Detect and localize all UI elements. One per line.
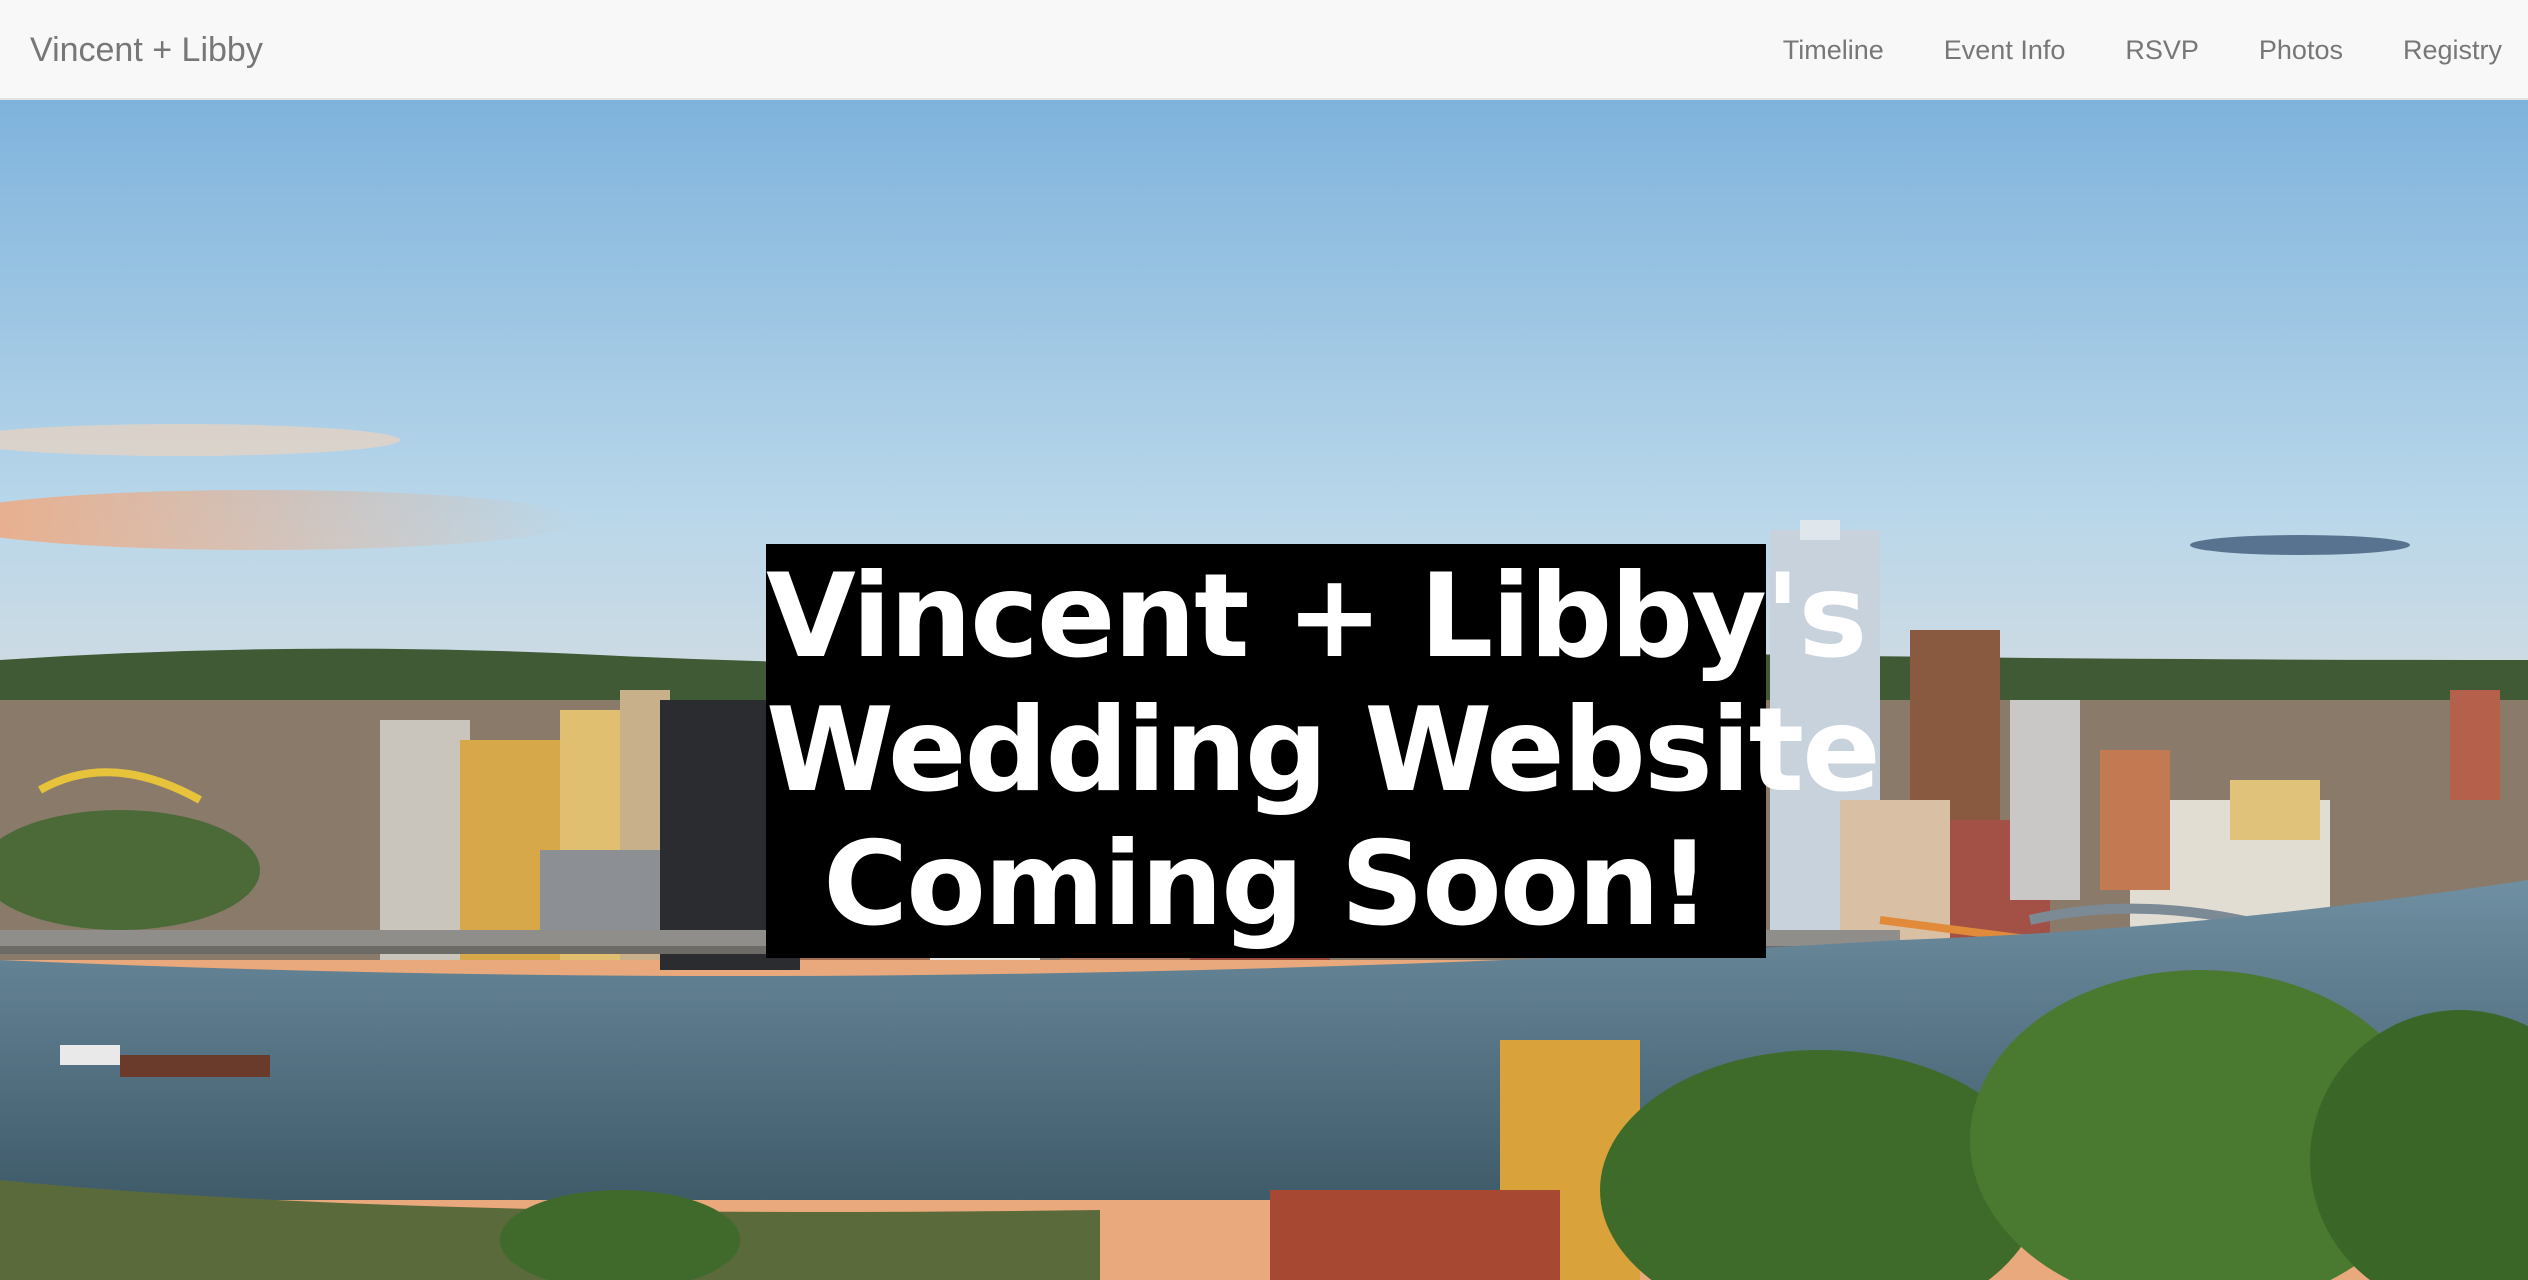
nav-links: Timeline Event Info RSVP Photos Registry (1783, 0, 2502, 100)
headline-line-1: Vincent + Libby's (766, 549, 1867, 684)
nav-link-event-info[interactable]: Event Info (1944, 35, 2066, 66)
headline-line-2: Wedding Website (766, 683, 1881, 818)
coming-soon-headline: Vincent + Libby's Wedding Website Coming… (766, 544, 1881, 958)
top-navbar: Vincent + Libby Timeline Event Info RSVP… (0, 0, 2528, 100)
nav-link-registry[interactable]: Registry (2403, 35, 2502, 66)
headline-line-3: Coming Soon! (823, 817, 1711, 952)
nav-link-photos[interactable]: Photos (2259, 35, 2343, 66)
nav-link-rsvp[interactable]: RSVP (2125, 35, 2199, 66)
nav-link-timeline[interactable]: Timeline (1783, 35, 1884, 66)
brand-link[interactable]: Vincent + Libby (30, 0, 263, 100)
hero-section: Vincent + Libby's Wedding Website Coming… (0, 100, 2528, 1280)
